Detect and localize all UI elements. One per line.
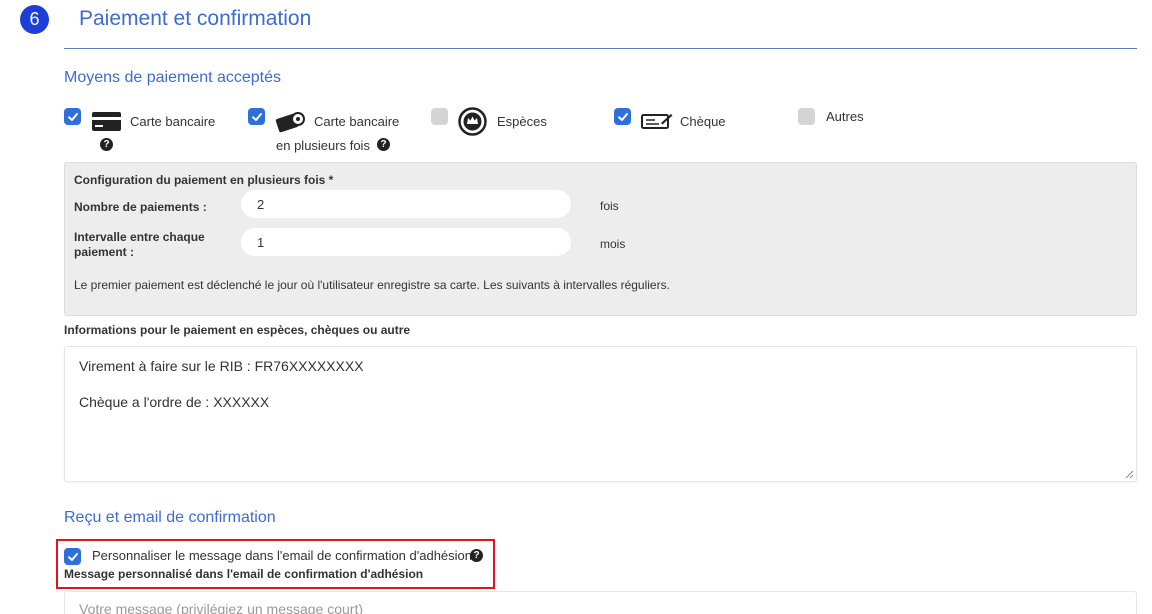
checkbox-autres[interactable] [798, 108, 815, 125]
label-carte-bancaire-plusieurs-fois-line2: en plusieurs fois [276, 138, 370, 153]
payment-interval-unit: mois [600, 237, 626, 251]
highlight-box [56, 539, 495, 589]
section-title: Paiement et confirmation [79, 7, 312, 30]
payment-methods-title: Moyens de paiement acceptés [64, 69, 282, 86]
checkbox-carte-bancaire-plusieurs-fois[interactable] [248, 108, 265, 125]
checkmark-icon [67, 552, 78, 561]
custom-message-label: Message personnalisé dans l'email de con… [64, 567, 424, 581]
title-divider [64, 48, 1137, 49]
credit-card-icon [92, 112, 121, 131]
custom-message-placeholder: Votre message (privilégiez un message co… [79, 601, 364, 614]
checkbox-cheque[interactable] [614, 108, 631, 125]
payment-count-unit: fois [600, 199, 619, 213]
textarea-line: Virement à faire sur le RIB : FR76XXXXXX… [79, 358, 364, 374]
custom-message-input[interactable]: Votre message (privilégiez un message co… [64, 591, 1137, 614]
label-carte-bancaire: Carte bancaire [130, 114, 216, 129]
cash-coin-icon [458, 107, 487, 136]
checkmark-icon [67, 112, 78, 121]
payment-interval-label-line2: paiement : [74, 245, 135, 259]
card-installments-icon [275, 112, 305, 133]
checkbox-carte-bancaire[interactable] [64, 108, 81, 125]
label-carte-bancaire-plusieurs-fois-line1: Carte bancaire [314, 114, 400, 129]
help-customize-message-icon[interactable]: ? [470, 549, 483, 562]
label-cheque: Chèque [680, 114, 726, 129]
payment-interval-input[interactable]: 1 [241, 228, 571, 256]
payment-count-label: Nombre de paiements : [74, 200, 207, 214]
help-carte-bancaire-icon[interactable]: ? [100, 138, 113, 151]
receipt-section-title: Reçu et email de confirmation [64, 509, 276, 526]
checkbox-customize-message[interactable] [64, 548, 81, 565]
other-payment-info-textarea[interactable]: Virement à faire sur le RIB : FR76XXXXXX… [64, 346, 1137, 482]
other-payment-info-label: Informations pour le paiement en espèces… [64, 323, 411, 337]
installments-config-title: Configuration du paiement en plusieurs f… [74, 173, 334, 187]
payment-count-input[interactable]: 2 [241, 190, 571, 218]
step-number-badge: 6 [20, 5, 49, 34]
textarea-line: Chèque a l'ordre de : XXXXXX [79, 394, 270, 410]
installments-note: Le premier paiement est déclenché le jou… [74, 278, 670, 292]
customize-message-label: Personnaliser le message dans l'email de… [92, 548, 473, 563]
help-plusieurs-fois-icon[interactable]: ? [377, 138, 390, 151]
checkmark-icon [617, 112, 628, 121]
resize-handle-icon[interactable] [1125, 470, 1134, 479]
label-autres: Autres [826, 109, 864, 124]
payment-interval-label-line1: Intervalle entre chaque [74, 230, 205, 244]
installments-config-panel: Configuration du paiement en plusieurs f… [64, 162, 1137, 316]
checkmark-icon [251, 112, 262, 121]
checkbox-especes[interactable] [431, 108, 448, 125]
cheque-icon [641, 114, 673, 129]
label-especes: Espèces [497, 114, 547, 129]
